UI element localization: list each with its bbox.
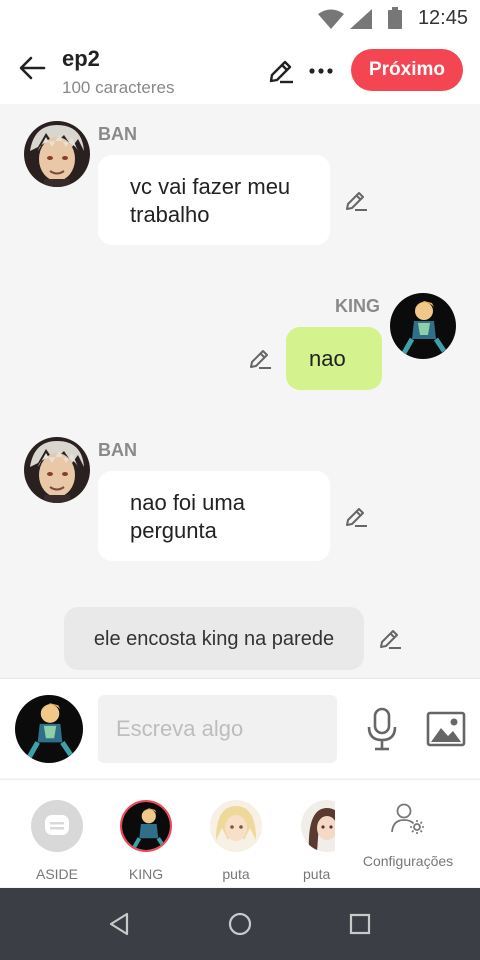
edit-pencil-icon[interactable] — [266, 56, 296, 86]
speaker-name: BAN — [98, 440, 137, 460]
chat-area[interactable]: BAN vc vai fazer meu trabalho KING nao B… — [0, 104, 480, 678]
character-name: puta — [222, 866, 250, 882]
character-puta-1[interactable]: puta — [196, 800, 276, 882]
edit-message-icon[interactable] — [377, 625, 403, 651]
top-bar: ep2 100 caracteres Próximo — [0, 36, 480, 104]
character-name: puta — [303, 866, 331, 882]
user-settings-icon — [391, 803, 424, 834]
nav-recents-icon[interactable] — [346, 910, 374, 938]
signal-icon — [350, 9, 372, 29]
character-name: ASIDE — [35, 866, 78, 882]
edit-message-icon[interactable] — [343, 187, 369, 213]
king-avatar[interactable] — [390, 293, 456, 359]
message-composer — [0, 678, 480, 778]
nav-back-icon[interactable] — [106, 910, 134, 938]
back-arrow-icon[interactable] — [16, 52, 48, 84]
speaker-name: BAN — [98, 124, 137, 144]
settings-label: Configurações — [362, 853, 454, 869]
message-bubble[interactable]: vc vai fazer meu trabalho — [98, 155, 330, 245]
message-bubble[interactable]: nao — [286, 327, 382, 390]
message-line: nao — [309, 346, 346, 371]
clock: 12:45 — [417, 7, 468, 29]
puta-avatar — [301, 800, 335, 852]
puta-avatar — [210, 800, 262, 852]
image-icon[interactable] — [426, 709, 466, 749]
character-king[interactable]: KING — [106, 800, 186, 882]
status-bar: 12:45 — [0, 0, 480, 36]
story-title: ep2 — [62, 46, 100, 71]
edit-message-icon[interactable] — [343, 503, 369, 529]
edit-message-icon[interactable] — [247, 345, 273, 371]
battery-icon — [388, 7, 402, 29]
ban-avatar[interactable] — [24, 437, 90, 503]
system-nav-bar — [0, 888, 480, 960]
character-aside[interactable]: ASIDE — [17, 800, 97, 882]
selected-character-avatar[interactable] — [15, 695, 83, 763]
aside-bubble[interactable]: ele encosta king na parede — [64, 607, 364, 670]
message-bubble[interactable]: nao foi uma pergunta — [98, 471, 330, 561]
character-puta-2[interactable]: puta — [283, 800, 335, 882]
more-options-icon[interactable] — [306, 56, 336, 86]
nav-home-icon[interactable] — [226, 910, 254, 938]
message-line: pergunta — [130, 518, 217, 543]
wifi-icon — [318, 9, 344, 29]
character-name: KING — [128, 866, 164, 882]
microphone-icon[interactable] — [364, 707, 400, 751]
message-line: nao foi uma — [130, 490, 245, 515]
character-selector: ASIDE KING puta puta Configurações — [0, 779, 480, 887]
aside-avatar — [31, 800, 83, 852]
speaker-name: KING — [335, 296, 380, 316]
message-line: trabalho — [130, 202, 210, 227]
message-line: vc vai fazer meu — [130, 174, 291, 199]
character-count: 100 caracteres — [62, 78, 175, 97]
king-avatar — [120, 800, 172, 852]
message-input[interactable] — [98, 695, 337, 763]
next-button[interactable]: Próximo — [351, 49, 463, 91]
settings-button[interactable]: Configurações — [355, 802, 461, 869]
ban-avatar[interactable] — [24, 121, 90, 187]
